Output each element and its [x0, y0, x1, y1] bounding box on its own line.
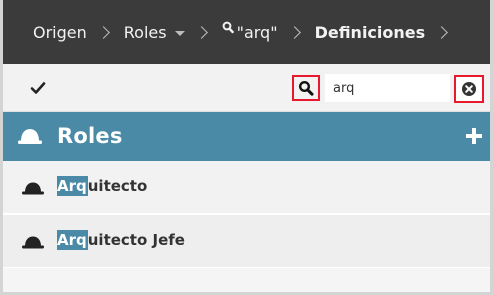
breadcrumb-item-search[interactable]: "arq": [222, 21, 278, 42]
role-name-rest: uitecto Jefe: [87, 231, 185, 249]
confirm-button[interactable]: [27, 77, 49, 99]
hard-hat-icon: [22, 236, 44, 249]
toolbar: [3, 64, 490, 112]
add-role-button[interactable]: [462, 124, 486, 148]
app-frame: Origen Roles "arq" Definiciones arq Role…: [0, 0, 493, 295]
search-button[interactable]: [292, 75, 320, 101]
breadcrumb-label: Roles: [123, 22, 167, 42]
chevron-right-icon: [96, 25, 110, 39]
empty-list-area: [3, 268, 490, 292]
search-icon: [298, 80, 314, 96]
breadcrumb-item-definiciones[interactable]: Definiciones: [315, 23, 426, 42]
breadcrumb-item-origen[interactable]: Origen: [33, 23, 87, 42]
breadcrumb-label: "arq": [236, 22, 278, 42]
check-icon: [30, 82, 46, 94]
clear-search-button[interactable]: [454, 75, 484, 103]
plus-icon: [466, 128, 482, 144]
search-match-highlight: Arq: [57, 230, 88, 250]
roles-header: Roles: [3, 112, 490, 161]
hard-hat-icon: [22, 182, 44, 195]
chevron-right-icon: [435, 25, 449, 39]
breadcrumb-label: Definiciones: [314, 22, 426, 42]
clear-circle-x-icon: [462, 82, 476, 96]
list-item[interactable]: Arquitecto Jefe: [3, 215, 490, 268]
role-name-rest: uitecto: [87, 177, 148, 195]
search-icon: [222, 21, 234, 34]
caret-down-icon[interactable]: [174, 30, 185, 36]
page-title: Roles: [57, 124, 123, 148]
breadcrumb-item-roles[interactable]: Roles: [124, 23, 185, 42]
role-name: Arquitecto: [57, 176, 148, 196]
breadcrumb-label: Origen: [33, 22, 87, 42]
role-name: Arquitecto Jefe: [57, 230, 185, 250]
chevron-right-icon: [194, 25, 208, 39]
breadcrumb: Origen Roles "arq" Definiciones: [3, 0, 490, 64]
hard-hat-icon: [18, 129, 42, 144]
search-match-highlight: Arq: [57, 176, 88, 196]
search-input[interactable]: [325, 74, 450, 102]
list-item[interactable]: Arquitecto: [3, 161, 490, 214]
chevron-right-icon: [287, 25, 301, 39]
